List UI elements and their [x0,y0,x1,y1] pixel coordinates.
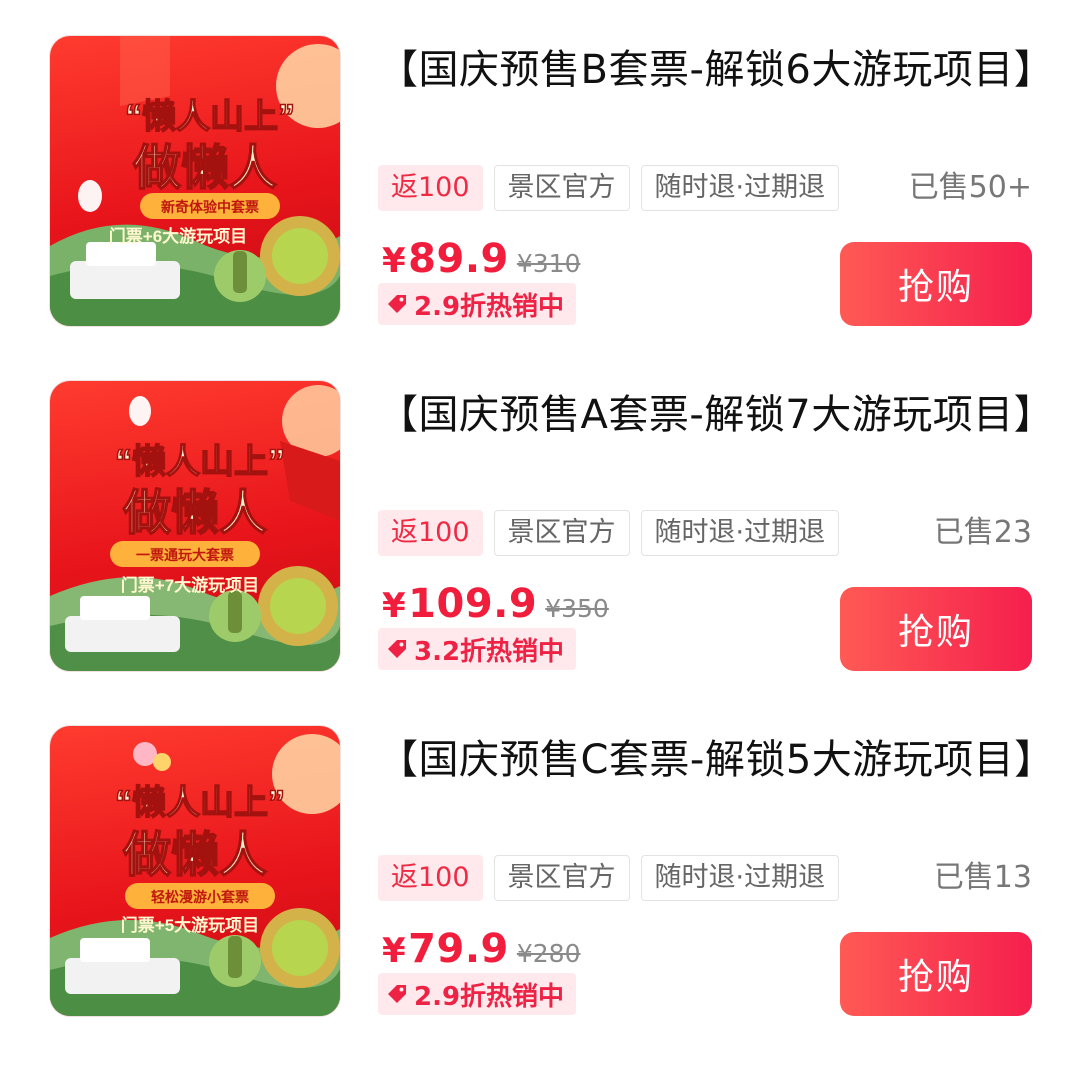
price-row: ¥109.9 ¥350 [382,581,609,627]
current-price: ¥109.9 [382,581,537,627]
price-value: 109.9 [408,581,538,627]
buy-button[interactable]: 抢购 [840,932,1032,1016]
refund-tag: 随时退·过期退 [640,855,840,901]
poster-headline-2: 做懒人 [122,487,267,540]
buy-button[interactable]: 抢购 [840,242,1032,326]
poster-headline-2: 做懒人 [132,142,277,195]
product-image[interactable]: “懒人山上” 做懒人 新奇体验中套票 门票+6大游玩项目 [50,36,340,326]
discount-badge: 2.9折热销中 [378,973,577,1015]
original-price: ¥310 [516,249,581,278]
price-tag-icon [388,640,406,658]
poster-ribbon: 门票+6大游玩项目 [109,226,247,246]
price-row: ¥79.9 ¥280 [382,926,581,972]
official-tag: 景区官方 [493,855,630,901]
currency-symbol: ¥ [382,241,407,281]
rebate-tag: 返100 [378,855,483,901]
current-price: ¥89.9 [382,236,509,282]
discount-badge: 3.2折热销中 [378,628,577,670]
product-image[interactable]: “懒人山上” 做懒人 一票通玩大套票 门票+7大游玩项目 [50,381,340,671]
poster-subtitle: 轻松漫游小套票 [151,889,249,905]
product-card[interactable]: “懒人山上” 做懒人 一票通玩大套票 门票+7大游玩项目 【国庆预售A套票-解锁… [0,345,1080,690]
poster-graphic: “懒人山上” 做懒人 轻松漫游小套票 门票+5大游玩项目 [50,734,340,1016]
poster-subtitle: 新奇体验中套票 [161,199,259,215]
discount-text: 2.9折热销中 [414,291,565,322]
product-card[interactable]: “懒人山上” 做懒人 轻松漫游小套票 门票+5大游玩项目 【国庆预售C套票-解锁… [0,690,1080,1035]
original-price: ¥350 [545,594,609,623]
product-image[interactable]: “懒人山上” 做懒人 轻松漫游小套票 门票+5大游玩项目 [50,726,340,1016]
original-price: ¥280 [516,939,581,968]
sold-count: 已售23 [933,515,1032,550]
price-value: 89.9 [408,236,509,282]
product-title[interactable]: 【国庆预售C套票-解锁5大游玩项目】 [378,730,1054,790]
refund-tag: 随时退·过期退 [640,165,840,211]
tag-list: 返100 景区官方 随时退·过期退 [378,510,840,556]
sold-count: 已售50+ [908,170,1032,205]
poster-subtitle: 一票通玩大套票 [136,547,234,563]
rebate-tag: 返100 [378,165,483,211]
product-title[interactable]: 【国庆预售B套票-解锁6大游玩项目】 [378,40,1054,100]
product-list: “懒人山上” 做懒人 新奇体验中套票 门票+6大游玩项目 【国庆预售B套票-解锁… [0,0,1080,1065]
current-price: ¥79.9 [382,926,509,972]
refund-tag: 随时退·过期退 [640,510,840,556]
currency-symbol: ¥ [382,931,407,971]
poster-ribbon: 门票+5大游玩项目 [121,915,259,935]
poster-graphic: “懒人山上” 做懒人 一票通玩大套票 门票+7大游玩项目 [50,385,340,671]
currency-symbol: ¥ [382,586,407,626]
official-tag: 景区官方 [493,510,630,556]
buy-button[interactable]: 抢购 [840,587,1032,671]
discount-text: 2.9折热销中 [414,981,565,1012]
price-tag-icon [388,985,406,1003]
discount-badge: 2.9折热销中 [378,283,577,325]
tag-list: 返100 景区官方 随时退·过期退 [378,855,840,901]
rebate-tag: 返100 [378,510,483,556]
poster-ribbon: 门票+7大游玩项目 [121,575,259,595]
poster-headline-1: “懒人山上” [115,443,285,481]
discount-text: 3.2折热销中 [414,636,565,667]
product-card[interactable]: “懒人山上” 做懒人 新奇体验中套票 门票+6大游玩项目 【国庆预售B套票-解锁… [0,0,1080,345]
price-tag-icon [388,295,406,313]
price-row: ¥89.9 ¥310 [382,236,581,282]
tag-list: 返100 景区官方 随时退·过期退 [378,165,840,211]
poster-graphic: “懒人山上” 做懒人 新奇体验中套票 门票+6大游玩项目 [50,36,340,326]
sold-count: 已售13 [933,860,1032,895]
poster-headline-2: 做懒人 [122,829,267,882]
price-value: 79.9 [408,926,509,972]
product-title[interactable]: 【国庆预售A套票-解锁7大游玩项目】 [378,385,1054,445]
official-tag: 景区官方 [493,165,630,211]
poster-headline-1: “懒人山上” [125,98,295,136]
poster-headline-1: “懒人山上” [115,784,285,822]
